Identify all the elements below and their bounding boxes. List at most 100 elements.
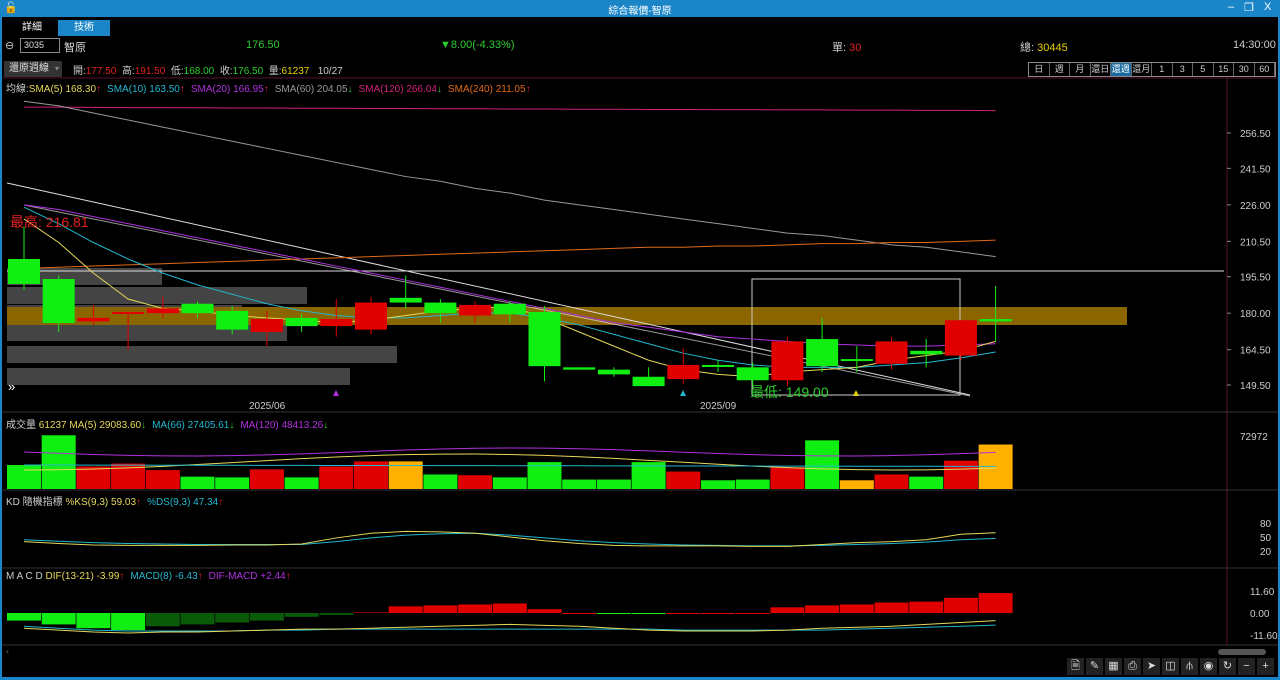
marker-triangle (680, 390, 686, 396)
macd-histogram-bar (180, 613, 215, 625)
ma_legend-item: SMA(10) 163.50 (107, 84, 180, 95)
candle-body (355, 302, 387, 330)
kd_legend-item: %DS(9,3) 47.34 (147, 497, 219, 508)
x-label-2025-09: 2025/09 (700, 401, 737, 412)
expand-icon[interactable]: » (8, 379, 15, 394)
volume-tick-label: 72972 (1240, 432, 1268, 443)
sma240-line (23, 239, 996, 269)
candle-body (424, 302, 457, 314)
scroll-left-icon[interactable]: ‹ (6, 646, 9, 656)
ma_legend-item: SMA(120) 266.04 (358, 84, 437, 95)
print-icon[interactable]: ⎙ (1124, 658, 1141, 675)
candle-body (632, 376, 665, 387)
highest-annotation: 最高: 216.81 (10, 214, 89, 230)
refresh-icon[interactable]: ↻ (1219, 658, 1236, 675)
eye-icon[interactable]: ◉ (1200, 658, 1217, 675)
arrow-up-icon: ↑ (197, 571, 203, 582)
candle-body (528, 311, 561, 367)
price-tick-label: 241.50 (1240, 164, 1271, 175)
macd-histogram-bar (839, 604, 874, 613)
macd-histogram-bar (111, 613, 146, 631)
candle-body (112, 311, 145, 314)
macd-histogram-bar (562, 613, 597, 614)
horizontal-scrollbar[interactable] (1218, 649, 1266, 655)
candle-body (667, 364, 700, 380)
volume-bar (770, 467, 805, 489)
macd_legend-item: DIF-MACD +2.44 (208, 571, 286, 582)
macd-histogram-bar (41, 613, 76, 625)
draw-icon[interactable]: ✎ (1086, 658, 1103, 675)
candle-body (389, 297, 422, 303)
volume-bar (145, 470, 180, 489)
ma_legend-item: SMA(5) 168.30 (28, 84, 97, 95)
vol_legend-item: MA(120) 48413.26 (240, 420, 324, 431)
macd-histogram-bar (215, 613, 250, 623)
arrow-down-icon: ↓ (347, 84, 353, 95)
arrow-down-icon: ↓ (229, 420, 235, 431)
volume-value: 61237 (38, 420, 67, 431)
kd-title: KD 隨機指標 (6, 497, 63, 508)
macd-histogram-bar (76, 613, 111, 629)
volume-bar (284, 477, 319, 489)
price-tick-label: 226.00 (1240, 201, 1271, 212)
candle-body (840, 359, 873, 362)
candle-body (459, 304, 492, 316)
volume-bar (805, 440, 840, 489)
volume-bar (319, 466, 354, 489)
zoom-out-icon[interactable]: − (1238, 658, 1255, 675)
price-tick-label: 210.50 (1240, 237, 1271, 248)
arrow-up-icon: ↑ (179, 84, 185, 95)
candle-body (8, 258, 40, 284)
macd-histogram-bar (284, 613, 319, 617)
macd-histogram-bar (631, 613, 666, 614)
volume-profile-bar (7, 368, 350, 385)
volume-bar (492, 477, 527, 489)
zoom-in-icon[interactable]: + (1257, 658, 1274, 675)
volume-title: 成交量 (6, 420, 36, 431)
marker-triangle (853, 390, 859, 396)
indicator-icon[interactable]: ⫛ (1181, 658, 1198, 675)
macd-histogram-bar (770, 607, 805, 613)
candle-body (597, 369, 630, 375)
candle-body (77, 317, 110, 322)
ma_legend-item: SMA(240) 211.05 (447, 84, 526, 95)
macd-histogram-bar (388, 606, 423, 613)
volume-bar (562, 479, 597, 489)
macd-histogram-bar (596, 613, 631, 614)
macd-histogram-bar (354, 612, 388, 614)
candle-body (910, 350, 943, 355)
arrow-down-icon: ↓ (436, 84, 442, 95)
macd-histogram-bar (319, 613, 354, 615)
doc-icon[interactable]: 🗎 (1067, 658, 1084, 675)
macd-tick-label: 11.60 (1250, 587, 1275, 598)
pointer-icon[interactable]: ➤ (1143, 658, 1160, 675)
volume-bar (249, 469, 284, 489)
arrow-up-icon: ↑ (136, 497, 142, 508)
macd-histogram-bar (7, 613, 41, 621)
arrow-up-icon: ↑ (96, 84, 102, 95)
marker-triangle (333, 390, 339, 396)
volume-bar (458, 475, 493, 489)
macd-histogram-bar (458, 604, 493, 613)
vol_legend-item: MA(66) 27405.61 (152, 420, 230, 431)
arrow-up-icon: ↑ (285, 571, 291, 582)
macd-histogram-bar (943, 597, 978, 613)
x-label-2025-06: 2025/06 (249, 401, 286, 412)
volume-bar (839, 480, 874, 489)
volume-bar (41, 435, 76, 489)
candle-body (702, 364, 734, 367)
macd-histogram-bar (492, 603, 527, 613)
vol_legend-item: MA(5) 29083.60 (69, 420, 142, 431)
volume-bar (215, 477, 250, 489)
chart-toolbar: 🗎 ✎ ▦ ⎙ ➤ ◫ ⫛ ◉ ↻ − + (1067, 658, 1274, 675)
panel-icon[interactable]: ◫ (1162, 658, 1179, 675)
volume-bar (943, 460, 978, 489)
macd-title: M A C D (6, 571, 43, 582)
macd-tick-label: -11.60 (1250, 631, 1278, 642)
candle-body (563, 367, 596, 370)
price-tick-label: 195.50 (1240, 273, 1271, 284)
macd-legend: M A C D DIF(13-21) -3.99↑ MACD(8) -6.43↑ D… (6, 571, 297, 582)
volume-bar (596, 479, 631, 489)
volume-bar (701, 480, 735, 489)
table-search-icon[interactable]: ▦ (1105, 658, 1122, 675)
